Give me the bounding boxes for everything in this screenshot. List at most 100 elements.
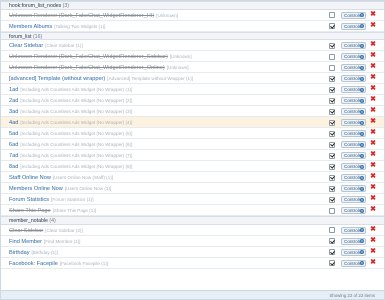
widget-name-link[interactable]: Unknown Renderer (Dark_FakeChat_WidgetRe… — [9, 65, 165, 71]
delete-icon[interactable]: ✖ — [370, 22, 376, 29]
delete-icon[interactable]: ✖ — [370, 96, 376, 103]
enable-checkbox[interactable] — [329, 238, 335, 244]
controls-button[interactable]: Controls ▾ — [341, 22, 366, 30]
widget-name-link[interactable]: Share This Page — [9, 208, 51, 214]
enable-checkbox[interactable] — [329, 174, 335, 181]
controls-button[interactable]: Controls ▾ — [341, 196, 366, 203]
widget-name-link[interactable]: [advanced] Template (without wrapper) — [9, 76, 105, 82]
widget-description: [Find Member (1)] — [43, 238, 81, 244]
controls-button[interactable]: Controls ▾ — [341, 53, 366, 60]
enable-checkbox[interactable] — [329, 23, 335, 29]
delete-icon[interactable]: ✖ — [370, 195, 376, 202]
delete-icon[interactable]: ✖ — [370, 11, 376, 18]
widget-name-link[interactable]: Unknown Renderer (Dark_FakeChat_WidgetRe… — [9, 54, 168, 60]
widget-description: [Birthday (1)] — [31, 249, 58, 255]
widget-description: [Forum Statistics (1)] — [51, 197, 94, 202]
controls-button[interactable]: Controls ▾ — [341, 207, 366, 214]
delete-icon[interactable]: ✖ — [370, 118, 376, 125]
enable-checkbox[interactable] — [329, 53, 335, 60]
widget-name-link[interactable]: 2ad — [9, 98, 18, 104]
enable-checkbox[interactable] — [329, 86, 335, 93]
controls-button[interactable]: Controls ▾ — [341, 226, 366, 234]
enable-checkbox[interactable] — [329, 163, 335, 170]
delete-icon[interactable]: ✖ — [370, 140, 376, 147]
enable-checkbox[interactable] — [329, 152, 335, 159]
enable-checkbox[interactable] — [329, 108, 335, 115]
controls-button[interactable]: Controls ▾ — [341, 42, 366, 49]
controls-button[interactable]: Controls ▾ — [341, 152, 366, 159]
controls-button[interactable]: Controls ▾ — [341, 185, 366, 192]
widget-name-link[interactable]: Clear Sidebar — [9, 43, 43, 49]
widget-name-link[interactable]: 6ad — [9, 142, 18, 148]
controls-button[interactable]: Controls ▾ — [341, 237, 366, 245]
widget-name-link[interactable]: Unknown Renderer (Dark_FakeChat_WidgetRe… — [9, 13, 154, 19]
controls-button[interactable]: Controls ▾ — [341, 108, 366, 115]
controls-button[interactable]: Controls ▾ — [341, 259, 366, 267]
delete-icon[interactable]: ✖ — [370, 248, 376, 255]
widget-title: Members Albums [Talking Two Widgets (1)] — [9, 21, 327, 32]
controls-button[interactable]: Controls ▾ — [341, 248, 366, 256]
section-title: member_notable — [9, 218, 48, 224]
delete-icon[interactable]: ✖ — [370, 237, 376, 244]
widget-description: [Including Ads Countless Ads Widget (No … — [20, 153, 133, 158]
enable-checkbox[interactable] — [329, 207, 335, 214]
delete-icon[interactable]: ✖ — [370, 226, 376, 233]
controls-label: Controls — [344, 109, 362, 114]
controls-button[interactable]: Controls ▾ — [341, 11, 366, 19]
enable-checkbox[interactable] — [329, 227, 335, 233]
widget-name-link[interactable]: 5ad — [9, 131, 18, 137]
delete-icon[interactable]: ✖ — [370, 41, 376, 48]
widget-name-link[interactable]: Find Member — [9, 239, 42, 245]
delete-icon[interactable]: ✖ — [370, 259, 376, 266]
widget-name-link[interactable]: 8ad — [9, 164, 18, 170]
delete-icon[interactable]: ✖ — [370, 162, 376, 169]
enable-checkbox[interactable] — [329, 12, 335, 18]
delete-icon[interactable]: ✖ — [370, 74, 376, 81]
widget-row: Members Online Now [Users Online Now (1)]… — [1, 183, 384, 194]
enable-checkbox[interactable] — [329, 141, 335, 148]
controls-button[interactable]: Controls ▾ — [341, 130, 366, 137]
widget-name-link[interactable]: 3ad — [9, 109, 18, 115]
widget-name-link[interactable]: 4ad — [9, 120, 18, 126]
controls-button[interactable]: Controls ▾ — [341, 75, 366, 82]
enable-checkbox[interactable] — [329, 185, 335, 192]
widget-name-link[interactable]: Members Albums — [9, 24, 52, 30]
delete-icon[interactable]: ✖ — [370, 206, 376, 213]
controls-label: Controls — [344, 98, 362, 103]
widget-name-link[interactable]: Facebook: Facepile — [9, 261, 58, 267]
widget-title: Facebook: Facepile [Facebook Facepile (1)… — [9, 258, 327, 269]
enable-checkbox[interactable] — [329, 196, 335, 203]
controls-button[interactable]: Controls ▾ — [341, 163, 366, 170]
widget-name-link[interactable]: Forum Statistics — [9, 197, 49, 203]
enable-checkbox[interactable] — [329, 249, 335, 255]
delete-icon[interactable]: ✖ — [370, 184, 376, 191]
enable-checkbox[interactable] — [329, 42, 335, 49]
controls-button[interactable]: Controls ▾ — [341, 97, 366, 104]
chevron-down-icon: ▾ — [360, 54, 364, 59]
widget-name-link[interactable]: 1ad — [9, 87, 18, 93]
delete-icon[interactable]: ✖ — [370, 173, 376, 180]
enable-checkbox[interactable] — [329, 260, 335, 266]
enable-checkbox[interactable] — [329, 97, 335, 104]
delete-icon[interactable]: ✖ — [370, 85, 376, 92]
controls-button[interactable]: Controls ▾ — [341, 64, 366, 71]
delete-icon[interactable]: ✖ — [370, 63, 376, 70]
delete-icon[interactable]: ✖ — [370, 107, 376, 114]
widget-name-link[interactable]: Staff Online Now — [9, 175, 51, 181]
delete-icon[interactable]: ✖ — [370, 129, 376, 136]
widget-name-link[interactable]: 7ad — [9, 153, 18, 159]
widget-name-link[interactable]: Clear Sidebar — [9, 228, 43, 234]
widget-name-link[interactable]: Members Online Now — [9, 186, 63, 192]
controls-button[interactable]: Controls ▾ — [341, 119, 366, 126]
delete-icon[interactable]: ✖ — [370, 151, 376, 158]
enable-checkbox[interactable] — [329, 130, 335, 137]
controls-button[interactable]: Controls ▾ — [341, 141, 366, 148]
enable-checkbox[interactable] — [329, 64, 335, 71]
controls-button[interactable]: Controls ▾ — [341, 86, 366, 93]
enable-checkbox[interactable] — [329, 75, 335, 82]
controls-button[interactable]: Controls ▾ — [341, 174, 366, 181]
widget-description: [Users Online Now (Staff) (1)] — [52, 175, 114, 180]
delete-icon[interactable]: ✖ — [370, 52, 376, 59]
enable-checkbox[interactable] — [329, 119, 335, 126]
widget-name-link[interactable]: Birthday — [9, 250, 30, 256]
